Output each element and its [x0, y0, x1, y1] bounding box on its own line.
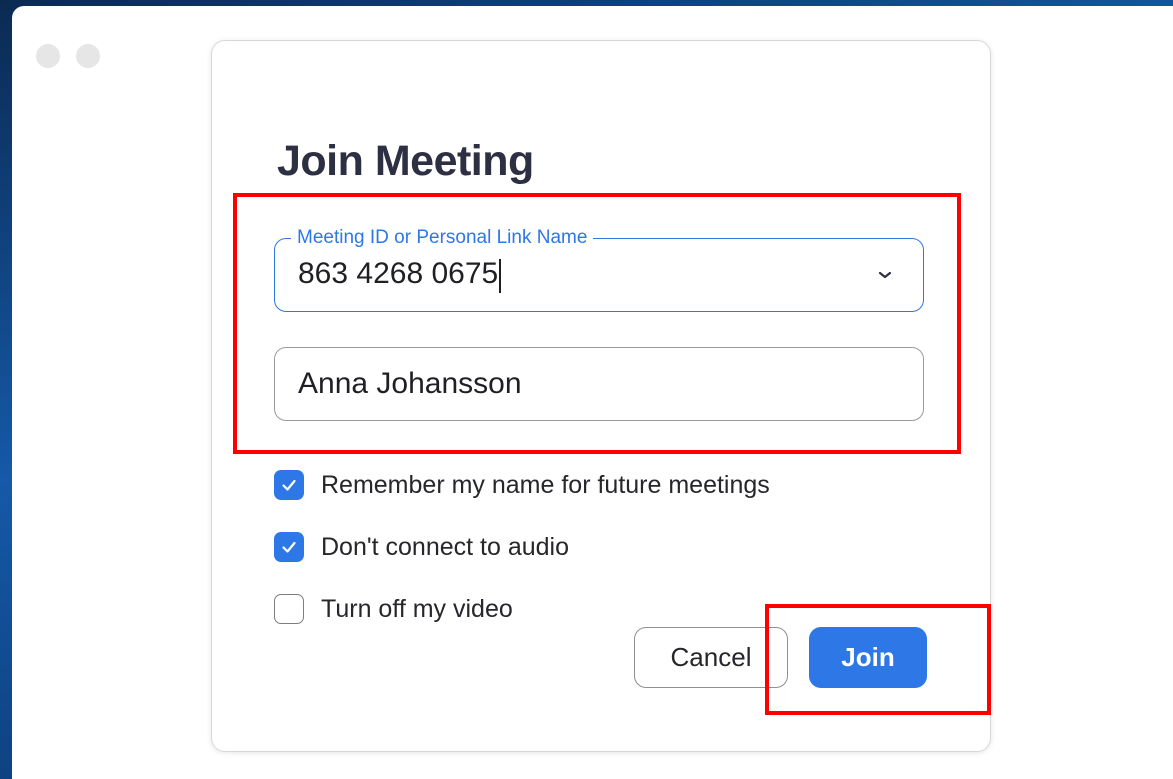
checkmark-icon	[282, 479, 296, 491]
cancel-button[interactable]: Cancel	[634, 627, 788, 688]
meeting-id-label: Meeting ID or Personal Link Name	[291, 227, 594, 249]
join-button[interactable]: Join	[809, 627, 927, 688]
dialog-title: Join Meeting	[277, 137, 534, 185]
display-name-value[interactable]: Anna Johansson	[298, 367, 522, 401]
join-meeting-dialog: Join Meeting Meeting ID or Personal Link…	[211, 40, 991, 752]
turn-off-video-option[interactable]: Turn off my video	[274, 593, 513, 625]
checkmark-icon	[282, 541, 296, 553]
remember-name-option[interactable]: Remember my name for future meetings	[274, 469, 770, 501]
dont-connect-audio-checkbox[interactable]	[274, 532, 304, 562]
dont-connect-audio-option[interactable]: Don't connect to audio	[274, 531, 569, 563]
remember-name-checkbox[interactable]	[274, 470, 304, 500]
window-minimize-dot[interactable]	[76, 44, 100, 68]
turn-off-video-label: Turn off my video	[321, 594, 513, 623]
chevron-down-icon[interactable]	[873, 263, 897, 287]
dont-connect-audio-label: Don't connect to audio	[321, 532, 569, 561]
turn-off-video-checkbox[interactable]	[274, 594, 304, 624]
meeting-id-field[interactable]: Meeting ID or Personal Link Name 863 426…	[274, 227, 924, 312]
text-caret	[499, 258, 502, 293]
display-name-field[interactable]: Anna Johansson	[274, 347, 924, 421]
meeting-id-value[interactable]: 863 4268 0675	[298, 257, 502, 293]
window-close-dot[interactable]	[36, 44, 60, 68]
remember-name-label: Remember my name for future meetings	[321, 470, 770, 499]
